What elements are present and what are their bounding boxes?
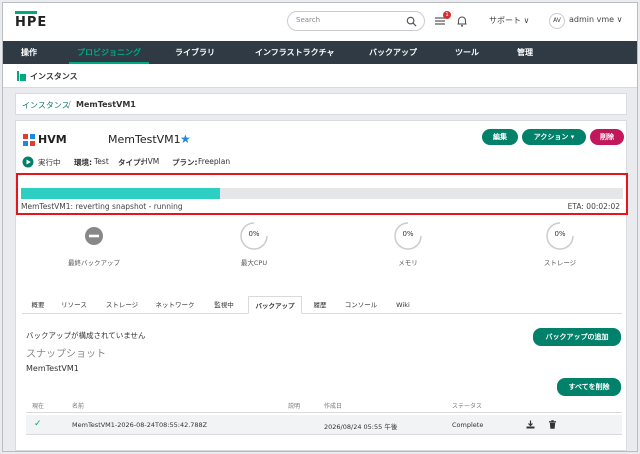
delete-all-button[interactable]: すべてを削除 xyxy=(557,378,621,396)
edit-button[interactable]: 編集 xyxy=(482,129,518,145)
logo-bar xyxy=(15,11,37,14)
stat-max-cpu: 0% 最大CPU xyxy=(214,221,294,267)
tab-console[interactable]: コンソール xyxy=(340,296,382,314)
nav-item-infrastructure[interactable]: インフラストラクチャ xyxy=(255,41,335,64)
tab-history[interactable]: 履歴 xyxy=(308,296,332,314)
table-row[interactable]: ✓ MemTestVM1-2026-08-24T08:55:42.788Z 20… xyxy=(26,415,622,435)
search-input[interactable]: Search xyxy=(287,11,425,31)
type-label: タイプ: xyxy=(118,158,144,167)
plan-label: プラン: xyxy=(172,158,198,167)
environment-value: Test xyxy=(94,157,109,166)
tab-backups[interactable]: バックアップ xyxy=(248,296,302,314)
nav-item-tools[interactable]: ツール xyxy=(455,41,479,64)
last-backup-indicator xyxy=(79,221,109,251)
support-menu[interactable]: サポート ∨ xyxy=(489,15,529,26)
actions-button[interactable]: アクション ▾ xyxy=(522,129,586,145)
stat-label: ストレージ xyxy=(543,259,577,267)
stat-value: 0% xyxy=(402,230,414,238)
stat-value: 0% xyxy=(554,230,566,238)
cpu-gauge: 0% xyxy=(239,221,269,251)
page-title: インスタンス xyxy=(30,72,78,81)
type-value: HVM xyxy=(142,157,160,166)
snapshot-created: 2026/08/24 05:55 午後 xyxy=(324,423,398,431)
star-icon[interactable]: ★ xyxy=(180,132,191,146)
progress-eta: ETA: 00:02:02 xyxy=(567,202,620,211)
tab-storage[interactable]: ストレージ xyxy=(102,296,142,314)
instance-type-logo-text: HVM xyxy=(38,133,67,146)
stat-memory: 0% メモリ xyxy=(368,221,448,267)
column-created: 作成日 xyxy=(324,403,343,410)
environment-label: 環境: xyxy=(74,158,92,167)
progress-label: MemTestVM1: reverting snapshot - running xyxy=(21,202,183,211)
trash-icon[interactable] xyxy=(548,420,557,429)
column-description: 説明 xyxy=(288,403,301,410)
column-name: 名前 xyxy=(72,403,85,410)
tab-summary[interactable]: 概要 xyxy=(26,296,50,314)
tab-resources[interactable]: リソース xyxy=(56,296,92,314)
main-nav: 操作 プロビジョニング ライブラリ インフラストラクチャ バックアップ ツール … xyxy=(3,41,637,64)
memory-gauge: 0% xyxy=(393,221,423,251)
stat-label: 最終バックアップ xyxy=(68,259,120,267)
running-status: 実行中 xyxy=(38,158,61,167)
top-header: HPE Search 1 サポート ∨ AV admin vme ∨ xyxy=(3,3,637,41)
snapshot-status: Complete xyxy=(452,421,484,429)
instance-card: HVM MemTestVM1 ★ 編集 アクション ▾ 削除 実行中 環境: T… xyxy=(15,120,628,451)
progress-track xyxy=(21,188,623,199)
column-current: 現在 xyxy=(32,403,45,410)
tab-monitoring[interactable]: 監視中 xyxy=(208,296,240,314)
stat-storage: 0% ストレージ xyxy=(520,221,600,267)
instance-tabs: 概要 リソース ストレージ ネットワーク 監視中 バックアップ 履歴 コンソール… xyxy=(22,296,622,314)
snapshot-table-header: 現在 名前 説明 作成日 ステータス xyxy=(26,400,622,413)
delete-button[interactable]: 削除 xyxy=(590,129,624,145)
nav-item-admin[interactable]: 管理 xyxy=(517,41,533,64)
play-circle-icon xyxy=(22,156,34,168)
instance-name: MemTestVM1 xyxy=(108,133,181,146)
sub-header: インスタンス xyxy=(3,64,637,88)
tab-wiki[interactable]: Wiki xyxy=(392,296,414,314)
app-frame: HPE Search 1 サポート ∨ AV admin vme ∨ 操作 プロ… xyxy=(2,2,638,452)
stat-label: 最大CPU xyxy=(240,259,268,267)
instances-icon xyxy=(17,71,26,81)
snapshot-name: MemTestVM1-2026-08-24T08:55:42.788Z xyxy=(72,421,208,429)
bell-icon[interactable] xyxy=(455,14,469,28)
avatar[interactable]: AV xyxy=(549,13,565,29)
progress-fill xyxy=(21,188,220,199)
column-status: ステータス xyxy=(452,403,483,410)
tab-network[interactable]: ネットワーク xyxy=(150,296,200,314)
check-icon: ✓ xyxy=(34,419,42,429)
nav-item-backups[interactable]: バックアップ xyxy=(369,41,417,64)
breadcrumb-separator: / xyxy=(68,100,71,109)
storage-gauge: 0% xyxy=(545,221,575,251)
notification-badge: 1 xyxy=(443,11,451,19)
nav-item-provisioning[interactable]: プロビジョニング xyxy=(69,41,149,64)
stat-last-backup: 最終バックアップ xyxy=(54,221,134,267)
breadcrumb-current: MemTestVM1 xyxy=(76,100,136,109)
stat-label: メモリ xyxy=(398,259,418,267)
breadcrumb: インスタンス / MemTestVM1 xyxy=(15,93,627,115)
hvm-logo-icon xyxy=(23,134,35,146)
plan-value: Freeplan xyxy=(198,157,231,166)
revert-icon[interactable] xyxy=(526,420,535,429)
snapshot-vm-name: MemTestVM1 xyxy=(26,364,79,373)
nav-item-library[interactable]: ライブラリ xyxy=(175,41,215,64)
progress-highlight: MemTestVM1: reverting snapshot - running… xyxy=(16,173,628,215)
search-icon[interactable] xyxy=(406,16,417,27)
nav-item-operations[interactable]: 操作 xyxy=(21,41,37,64)
stat-value: 0% xyxy=(248,230,260,238)
breadcrumb-instances-link[interactable]: インスタンス xyxy=(22,100,70,111)
hpe-logo[interactable]: HPE xyxy=(15,15,47,30)
user-menu[interactable]: admin vme ∨ xyxy=(569,15,622,24)
search-placeholder: Search xyxy=(296,16,321,24)
snapshots-heading: スナップショット xyxy=(26,349,106,360)
no-backup-message: バックアップが構成されていません xyxy=(26,331,146,340)
add-backup-button[interactable]: バックアップの追加 xyxy=(533,328,621,346)
minus-circle-icon xyxy=(85,227,103,245)
